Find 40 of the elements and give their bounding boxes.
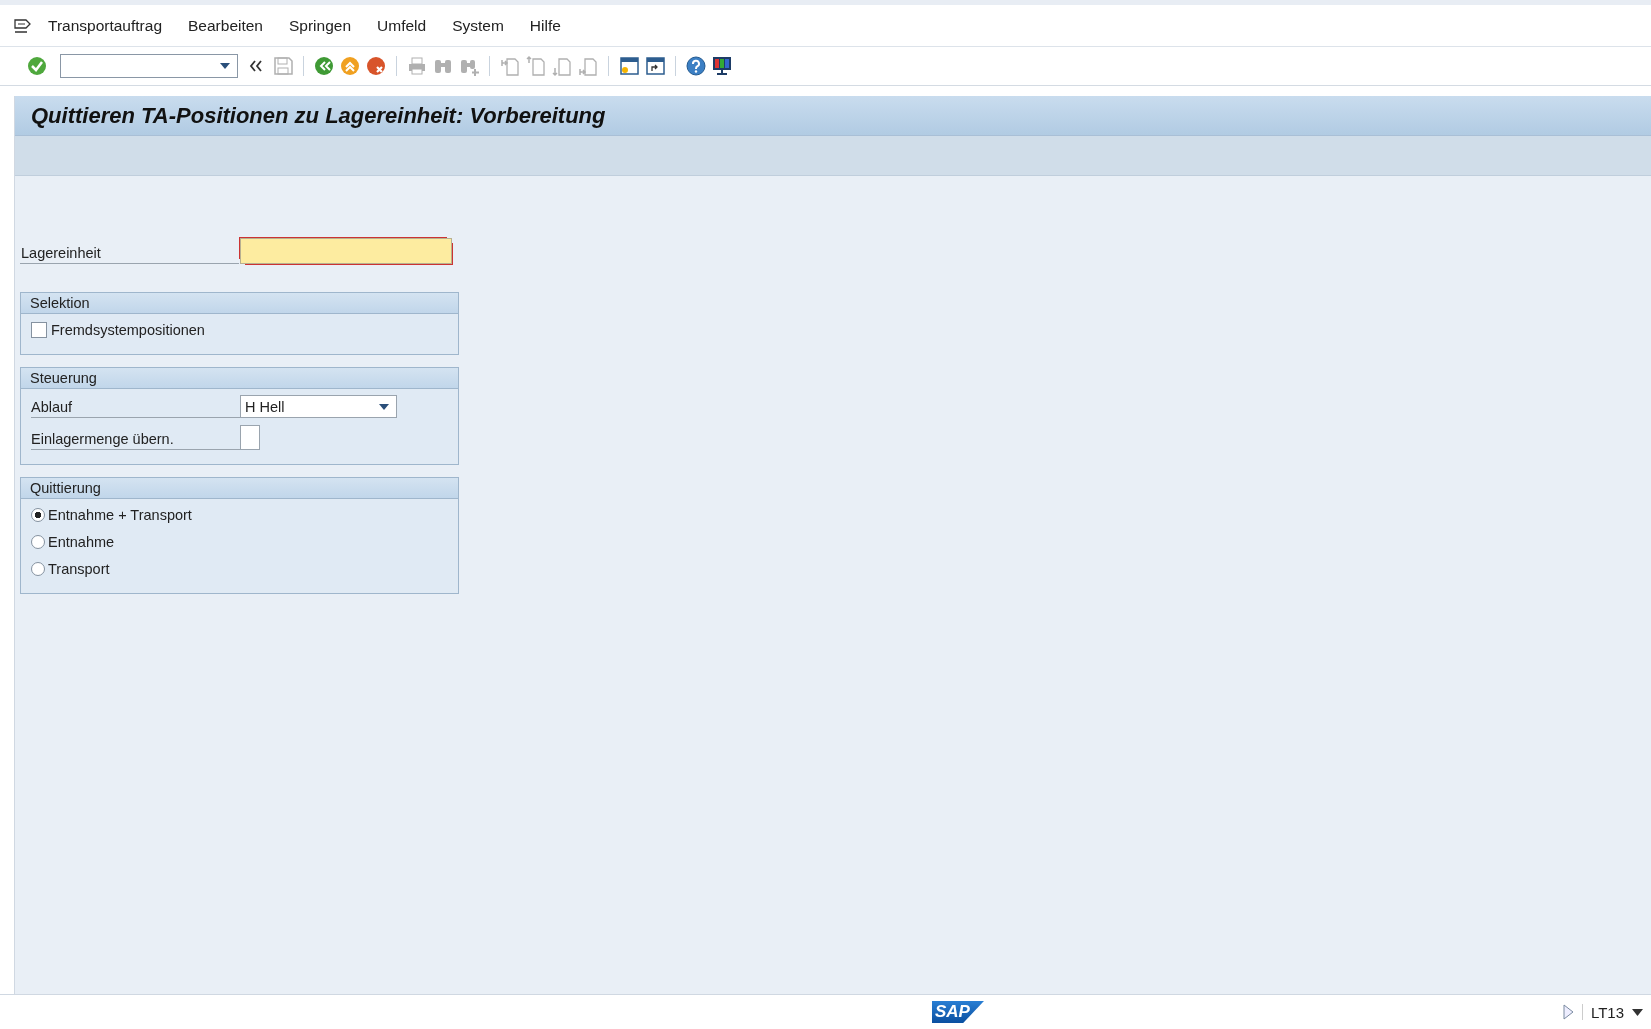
menu-item[interactable]: Hilfe: [529, 16, 561, 35]
cancel-icon[interactable]: [365, 55, 387, 77]
sap-logo: SAP: [932, 1001, 984, 1023]
field-label: Lagereinheit: [20, 245, 239, 264]
play-icon[interactable]: [1561, 1004, 1583, 1020]
back-icon[interactable]: [313, 55, 335, 77]
shortcut-icon[interactable]: [644, 55, 666, 77]
menu-item[interactable]: Springen: [289, 16, 352, 35]
menu-item[interactable]: System: [452, 16, 504, 35]
input-field[interactable]: [240, 425, 260, 450]
radio-button[interactable]: [31, 535, 45, 549]
field-label: Ablauf: [31, 399, 240, 418]
radio-label: Transport: [48, 561, 110, 577]
enter-icon[interactable]: [26, 55, 48, 77]
dropdown[interactable]: H Hell: [240, 395, 397, 418]
radio-button[interactable]: [31, 508, 45, 522]
caret-icon[interactable]: [1632, 1008, 1643, 1016]
input-field[interactable]: [240, 238, 452, 264]
field-label: Einlagermenge übern.: [31, 431, 240, 450]
caret-icon[interactable]: [219, 62, 231, 70]
menu-item[interactable]: Transportauftrag: [48, 16, 162, 35]
help-icon[interactable]: [685, 55, 707, 77]
radio-button[interactable]: [31, 562, 45, 576]
exit-icon[interactable]: [339, 55, 361, 77]
screen-title: Quittieren TA-Positionen zu Lagereinheit: Vorbereitung: [31, 102, 606, 129]
group-title: Selektion: [21, 293, 458, 314]
radio-label: Entnahme + Transport: [48, 507, 192, 523]
menu-item[interactable]: Umfeld: [377, 16, 427, 35]
command-field[interactable]: [60, 54, 238, 78]
menu-icon[interactable]: [14, 18, 32, 33]
transaction-code[interactable]: LT13: [1590, 1003, 1624, 1021]
checkbox-label: Fremdsystempositionen: [51, 322, 205, 338]
checkbox[interactable]: [31, 322, 47, 338]
monitor-icon[interactable]: [711, 55, 733, 77]
group-title: Quittierung: [21, 478, 458, 499]
caret-icon[interactable]: [378, 402, 390, 411]
new-window-icon[interactable]: [618, 55, 640, 77]
group-title: Steuerung: [21, 368, 458, 389]
menu-item[interactable]: Bearbeiten: [188, 16, 263, 35]
radio-label: Entnahme: [48, 534, 115, 550]
